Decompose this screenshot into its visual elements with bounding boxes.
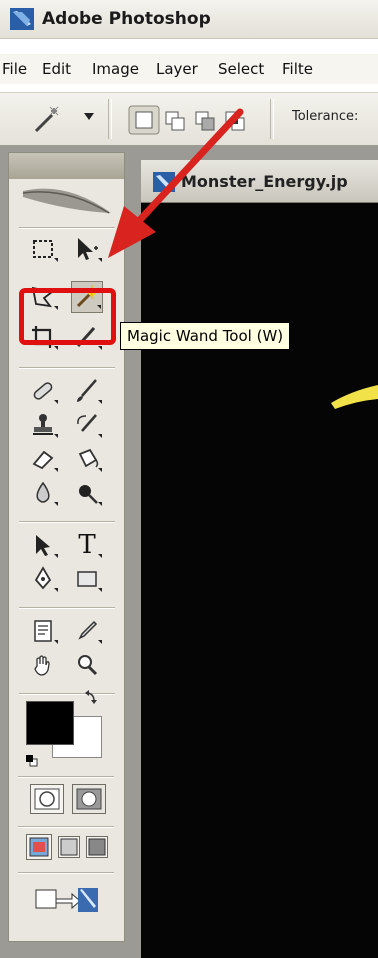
rectangle-tool[interactable]: [71, 563, 103, 595]
tolerance-label: Tolerance:: [292, 109, 359, 124]
canvas[interactable]: [141, 203, 378, 958]
path-selection-tool[interactable]: [27, 529, 59, 561]
screen-mode-icon: [29, 837, 49, 857]
screen-mode-icon: [60, 838, 78, 856]
document-title: Monster_Energy.jp: [181, 172, 348, 191]
separator: [18, 776, 114, 778]
toolbox-panel: T: [8, 152, 125, 942]
monster-claw-artwork: [331, 385, 378, 409]
history-brush-icon: [77, 414, 97, 432]
separator: [270, 99, 274, 139]
photoshop-logo-icon: [10, 8, 34, 30]
eyedropper-icon: [78, 620, 98, 640]
annotation-highlight-box: [19, 288, 116, 345]
burn-tool[interactable]: [71, 477, 103, 509]
standard-screen-mode-button[interactable]: [26, 834, 52, 860]
type-icon: T: [78, 530, 96, 560]
menu-image[interactable]: Image: [92, 60, 139, 78]
notes-icon: [34, 620, 52, 642]
title-bar: Adobe Photoshop: [0, 0, 378, 39]
window-title: Adobe Photoshop: [42, 9, 211, 29]
full-screen-mode-button[interactable]: [86, 836, 108, 858]
type-tool[interactable]: T: [71, 529, 103, 561]
hand-tool[interactable]: [27, 649, 59, 681]
arrow-icon: [36, 535, 50, 556]
rectangular-marquee-tool[interactable]: [27, 233, 59, 265]
eraser-icon: [32, 450, 54, 470]
standard-mode-icon: [34, 788, 60, 810]
blur-tool[interactable]: [27, 477, 59, 509]
history-brush-tool[interactable]: [71, 409, 103, 441]
menu-edit[interactable]: Edit: [42, 60, 71, 78]
options-bar: Tolerance:: [0, 92, 378, 146]
quick-mask-mode-button[interactable]: [72, 784, 106, 814]
screen-mode-icon: [88, 838, 106, 856]
pen-tool[interactable]: [27, 563, 59, 595]
chevron-down-icon[interactable]: [84, 113, 94, 121]
pen-icon: [34, 566, 52, 590]
selection-mode-buttons[interactable]: [128, 105, 254, 135]
separator: [18, 826, 114, 828]
foreground-color-swatch[interactable]: [26, 701, 74, 745]
separator: [19, 367, 115, 369]
menu-select[interactable]: Select: [218, 60, 264, 78]
full-screen-menu-mode-button[interactable]: [58, 836, 80, 858]
eraser-tool[interactable]: [27, 443, 59, 475]
swap-colors-icon[interactable]: [84, 690, 98, 706]
clone-stamp-tool[interactable]: [27, 409, 59, 441]
separator: [19, 227, 115, 229]
separator: [19, 607, 115, 609]
drop-icon: [36, 481, 50, 503]
default-colors-icon[interactable]: [26, 755, 38, 767]
menu-bar: File Edit Image Layer Select Filte: [0, 54, 378, 84]
menu-file[interactable]: File: [2, 60, 27, 78]
separator: [19, 521, 115, 523]
document-window: Monster_Energy.jp: [141, 160, 378, 958]
marquee-icon: [33, 240, 53, 258]
healing-brush-tool[interactable]: [27, 375, 59, 407]
brush-icon: [77, 379, 97, 402]
move-icon: [78, 238, 98, 260]
separator: [108, 99, 112, 139]
magnifier-icon: [78, 655, 98, 676]
tool-tooltip: Magic Wand Tool (W): [120, 322, 291, 350]
feather-logo-icon: [22, 188, 111, 214]
magic-wand-preset-icon[interactable]: [28, 105, 70, 135]
rectangle-icon: [77, 571, 97, 587]
menu-layer[interactable]: Layer: [156, 60, 198, 78]
hand-icon: [34, 655, 50, 676]
brush-tool[interactable]: [71, 375, 103, 407]
eyedropper-tool[interactable]: [71, 615, 103, 647]
move-tool[interactable]: [71, 233, 103, 265]
standard-mode-button[interactable]: [30, 784, 64, 814]
quick-mask-icon: [76, 788, 102, 810]
document-title-bar[interactable]: Monster_Energy.jp: [141, 160, 378, 203]
zoom-tool[interactable]: [71, 649, 103, 681]
stamp-icon: [33, 414, 53, 435]
bucket-icon: [78, 448, 99, 468]
paint-bucket-tool[interactable]: [71, 443, 103, 475]
menu-filter[interactable]: Filte: [282, 60, 313, 78]
toolbox-header[interactable]: [9, 153, 124, 179]
notes-tool[interactable]: [27, 615, 59, 647]
burn-icon: [79, 485, 98, 504]
separator: [18, 872, 114, 874]
photoshop-document-icon: [153, 172, 175, 192]
bandage-icon: [33, 382, 53, 400]
separator: [19, 693, 115, 695]
jump-to-imageready-icon[interactable]: [34, 884, 100, 918]
